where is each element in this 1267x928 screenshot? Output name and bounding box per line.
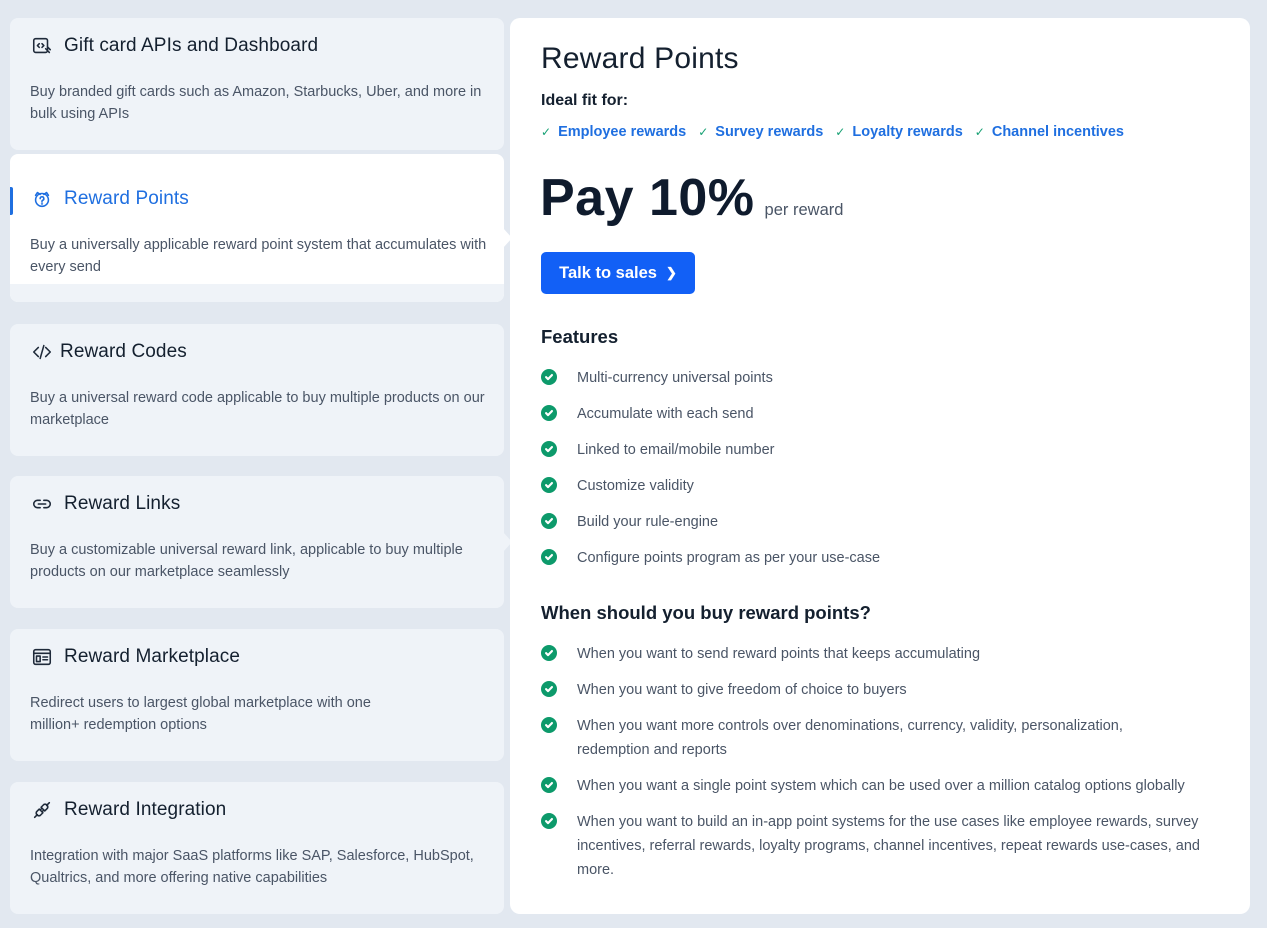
code-card-icon <box>30 34 54 58</box>
list-item: Customize validity <box>541 474 1231 498</box>
item-text: Linked to email/mobile number <box>577 442 775 458</box>
item-text: Customize validity <box>577 478 694 494</box>
sidebar-item-desc: Buy a universally applicable reward poin… <box>30 237 487 275</box>
features-title: Features <box>541 326 619 347</box>
check-icon: ✓ <box>974 125 985 139</box>
sidebar-item-title: Reward Points <box>64 188 189 209</box>
sidebar-item-desc: Integration with major SaaS platforms li… <box>30 848 474 886</box>
tag-label: Channel incentives <box>991 124 1124 140</box>
talk-to-sales-button[interactable]: Talk to sales ❯ <box>541 252 695 294</box>
list-item: When you want to send reward points that… <box>541 642 1231 666</box>
list-item: When you want to build an in-app point s… <box>541 810 1227 882</box>
check-circle-icon <box>541 477 557 493</box>
price-unit: per reward <box>764 201 844 219</box>
ideal-fit-label: Ideal fit for: <box>541 92 629 109</box>
code-brackets-icon <box>30 340 54 364</box>
price-block: Pay 10% per reward <box>540 168 843 228</box>
sidebar-item-reward-links[interactable]: Reward Links Buy a customizable universa… <box>10 476 512 608</box>
features-list: Multi-currency universal points Accumula… <box>541 366 1231 570</box>
plug-icon <box>30 798 54 822</box>
price-value: Pay 10% <box>540 169 755 227</box>
sidebar-item-title: Reward Marketplace <box>64 646 241 667</box>
list-item: Accumulate with each send <box>541 402 1231 426</box>
list-item: Build your rule-engine <box>541 510 1231 534</box>
list-item: Configure points program as per your use… <box>541 546 1231 570</box>
check-circle-icon <box>541 369 557 385</box>
item-text: When you want to give freedom of choice … <box>577 682 907 698</box>
item-text: Build your rule-engine <box>577 514 719 530</box>
check-circle-icon <box>541 513 557 529</box>
check-icon: ✓ <box>541 125 552 139</box>
sidebar-item-title: Reward Codes <box>60 341 187 362</box>
when-to-buy-list: When you want to send reward points that… <box>541 642 1231 882</box>
item-text: Accumulate with each send <box>577 406 754 422</box>
sidebar-item-title: Reward Links <box>64 493 181 514</box>
sidebar-item-reward-points[interactable]: Reward Points Buy a universally applicab… <box>10 154 512 302</box>
list-item: When you want to give freedom of choice … <box>541 678 1231 702</box>
sidebar-item-reward-codes[interactable]: Reward Codes Buy a universal reward code… <box>10 324 504 456</box>
ideal-fit-tag[interactable]: ✓ Loyalty rewards <box>835 124 962 140</box>
sidebar-item-desc: Buy a universal reward code applicable t… <box>30 390 485 428</box>
sidebar-item-desc: Redirect users to largest global marketp… <box>30 695 371 733</box>
ideal-fit-tag[interactable]: ✓ Channel incentives <box>975 124 1124 140</box>
card-bottom-strip <box>10 284 504 302</box>
check-circle-icon <box>541 441 557 457</box>
sidebar-item-reward-integration[interactable]: Reward Integration Integration with majo… <box>10 782 504 914</box>
item-text: Configure points program as per your use… <box>577 550 881 566</box>
ideal-fit-tags: ✓ Employee rewards ✓ Survey rewards ✓ Loyal… <box>541 124 1124 140</box>
item-text: When you want to build an in-app point s… <box>577 814 1200 878</box>
sidebar-item-title: Reward Integration <box>64 799 227 820</box>
list-item: When you want a single point system whic… <box>541 774 1231 798</box>
list-item: Multi-currency universal points <box>541 366 1231 390</box>
check-icon: ✓ <box>698 125 709 139</box>
marketplace-window-icon <box>30 645 54 669</box>
sidebar-item-desc: Buy a customizable universal reward link… <box>30 542 463 580</box>
detail-panel: Reward Points Ideal fit for: ✓ Employee r… <box>510 18 1250 914</box>
chevron-right-icon: ❯ <box>665 265 677 280</box>
reward-points-icon <box>30 187 54 211</box>
check-circle-icon <box>541 813 557 829</box>
sidebar-item-reward-marketplace[interactable]: Reward Marketplace Redirect users to lar… <box>10 629 504 761</box>
check-circle-icon <box>541 717 557 733</box>
sidebar-item-title: Gift card APIs and Dashboard <box>64 35 319 56</box>
sidebar-item-gift-card-apis[interactable]: Gift card APIs and Dashboard Buy branded… <box>10 18 504 150</box>
item-text: Multi-currency universal points <box>577 370 773 386</box>
panel-title: Reward Points <box>541 42 739 75</box>
active-indicator <box>10 187 13 215</box>
when-to-buy-title: When should you buy reward points? <box>541 602 871 623</box>
check-icon: ✓ <box>835 125 846 139</box>
tag-label: Loyalty rewards <box>852 124 963 140</box>
check-circle-icon <box>541 549 557 565</box>
button-label: Talk to sales <box>559 263 657 282</box>
ideal-fit-tag[interactable]: ✓ Survey rewards <box>698 124 823 140</box>
tag-label: Employee rewards <box>558 124 687 140</box>
list-item: When you want more controls over denomin… <box>541 714 1161 762</box>
sidebar-item-desc: Buy branded gift cards such as Amazon, S… <box>30 84 482 122</box>
check-circle-icon <box>541 405 557 421</box>
list-item: Linked to email/mobile number <box>541 438 1231 462</box>
check-circle-icon <box>541 645 557 661</box>
tag-label: Survey rewards <box>715 124 824 140</box>
item-text: When you want a single point system whic… <box>577 778 1185 794</box>
check-circle-icon <box>541 777 557 793</box>
item-text: When you want more controls over denomin… <box>577 718 1123 758</box>
ideal-fit-tag[interactable]: ✓ Employee rewards <box>541 124 686 140</box>
item-text: When you want to send reward points that… <box>577 646 981 662</box>
check-circle-icon <box>541 681 557 697</box>
link-icon <box>30 492 54 516</box>
